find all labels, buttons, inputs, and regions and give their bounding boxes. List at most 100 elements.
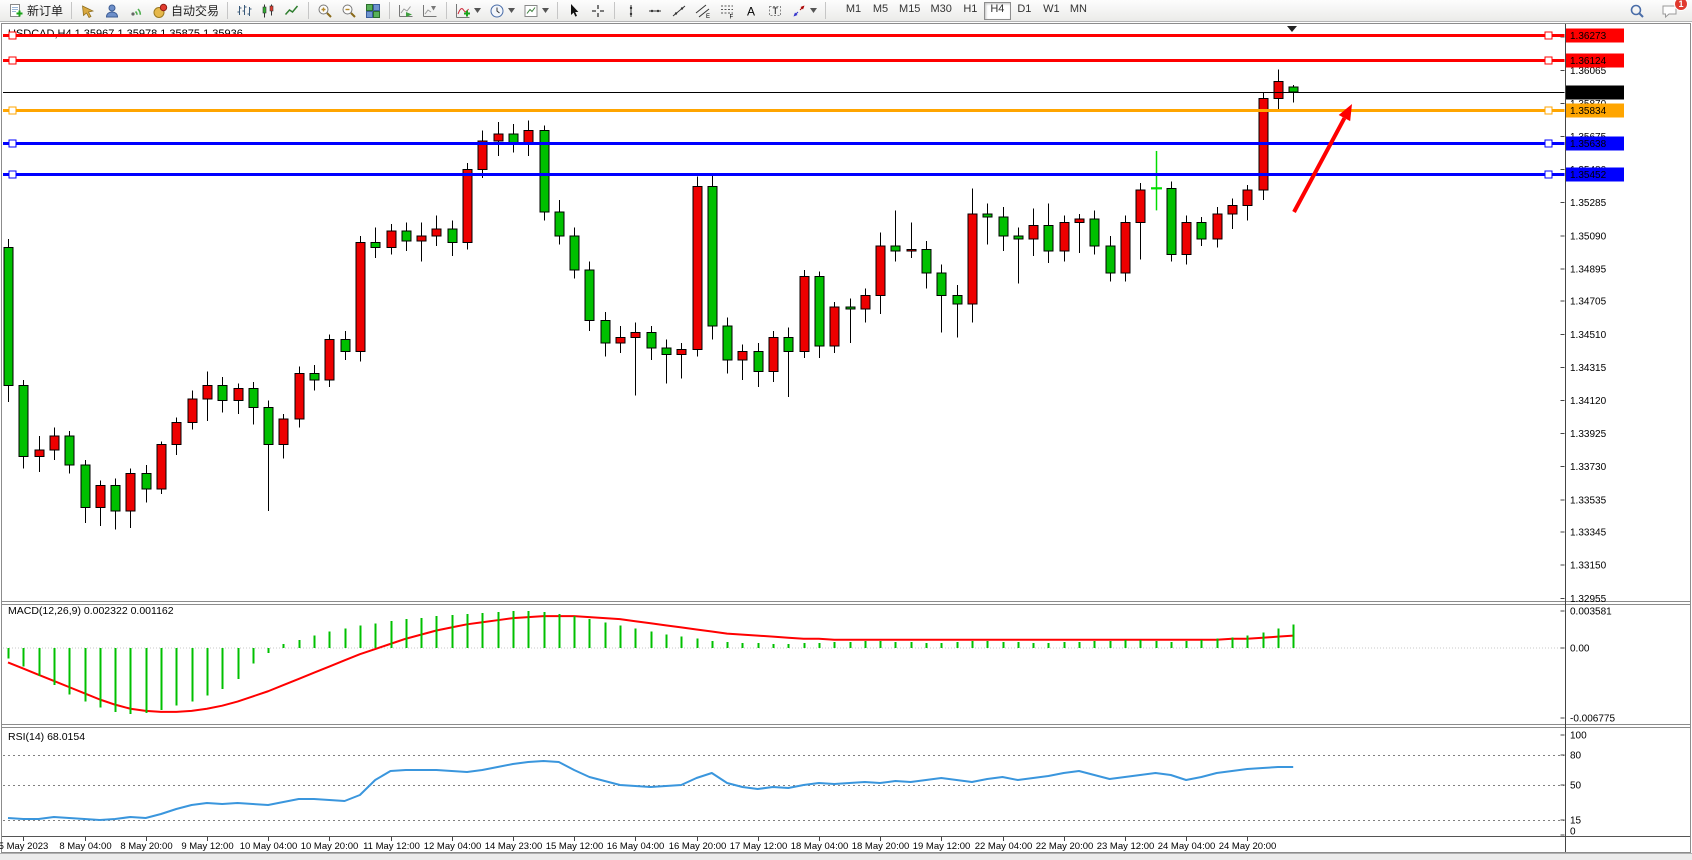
arrows-tool-button[interactable]	[787, 1, 821, 21]
text-tool-button[interactable]: A	[739, 1, 763, 21]
timeframe-M1[interactable]: M1	[840, 2, 867, 20]
price-line[interactable]: 1.35834	[3, 104, 1624, 118]
svg-text:11 May 12:00: 11 May 12:00	[363, 841, 420, 852]
line-handle[interactable]	[9, 140, 16, 147]
candle	[815, 272, 824, 359]
candle	[1182, 215, 1191, 264]
templates-button[interactable]	[519, 1, 553, 21]
candle	[172, 418, 181, 455]
search-button[interactable]	[1625, 1, 1649, 21]
candle	[999, 207, 1008, 251]
candle	[371, 227, 380, 258]
candle	[264, 401, 273, 511]
candle	[1106, 236, 1115, 282]
signals-button[interactable]	[124, 1, 148, 21]
line-handle[interactable]	[9, 107, 16, 114]
svg-text:1.36273: 1.36273	[1570, 31, 1607, 42]
timeframe-MN[interactable]: MN	[1065, 2, 1092, 20]
svg-text:5 May 2023: 5 May 2023	[0, 841, 48, 852]
periods-button[interactable]	[485, 1, 519, 21]
price-line[interactable]: 1.36273	[3, 29, 1624, 43]
vertical-line-tool-button[interactable]	[619, 1, 643, 21]
chart-shift-button[interactable]	[418, 1, 442, 21]
price-line[interactable]: 1.35638	[3, 137, 1624, 151]
price-tag: 1.35452	[1566, 168, 1624, 182]
tile-windows-icon	[365, 3, 381, 19]
zoom-out-button[interactable]	[337, 1, 361, 21]
price-line[interactable]: 1.35452	[3, 168, 1624, 182]
svg-text:18 May 04:00: 18 May 04:00	[791, 841, 849, 852]
candle	[983, 204, 992, 245]
svg-text:9 May 12:00: 9 May 12:00	[181, 841, 233, 852]
timeframe-W1[interactable]: W1	[1038, 2, 1065, 20]
candle	[1151, 151, 1162, 210]
zoom-in-button[interactable]	[313, 1, 337, 21]
cursor-tool-button[interactable]	[562, 1, 586, 21]
candle	[402, 222, 411, 251]
line-handle[interactable]	[9, 171, 16, 178]
line-handle[interactable]	[1545, 107, 1552, 114]
styler-button[interactable]	[76, 1, 100, 21]
price-tag: 1.36124	[1566, 54, 1624, 68]
line-handle[interactable]	[1545, 32, 1552, 39]
chart-canvas[interactable]: USDCAD,H4 1.35967 1.35978 1.35875 1.3593…	[0, 0, 1692, 860]
fibonacci-tool-button[interactable]: F	[715, 1, 739, 21]
crosshair-tool-button[interactable]	[586, 1, 610, 21]
auto-scroll-button[interactable]	[394, 1, 418, 21]
candlestick-mode-button[interactable]	[256, 1, 280, 21]
autotrading-button[interactable]: 自动交易	[148, 1, 223, 21]
indicators-button[interactable]	[451, 1, 485, 21]
svg-text:1.33730: 1.33730	[1570, 462, 1607, 473]
price-line[interactable]: 1.36124	[3, 54, 1624, 68]
timeframe-H1[interactable]: H1	[957, 2, 984, 20]
text-label-icon: T	[767, 3, 783, 19]
notification-badge: 1	[1674, 0, 1688, 11]
candle	[1060, 215, 1069, 261]
new-order-button[interactable]: 新订单	[4, 1, 67, 21]
candle	[693, 176, 702, 356]
svg-text:1.36124: 1.36124	[1570, 56, 1607, 67]
candle	[754, 343, 763, 387]
line-handle[interactable]	[1545, 140, 1552, 147]
candle	[677, 343, 686, 379]
line-handle[interactable]	[1545, 171, 1552, 178]
line-chart-mode-button[interactable]	[280, 1, 304, 21]
template-icon	[523, 3, 539, 19]
profile-button[interactable]	[100, 1, 124, 21]
timeframe-M30[interactable]: M30	[925, 2, 956, 20]
candle	[524, 120, 533, 156]
svg-text:19 May 12:00: 19 May 12:00	[913, 841, 971, 852]
candle	[769, 331, 778, 382]
signals-icon	[128, 3, 144, 19]
svg-text:14 May 23:00: 14 May 23:00	[485, 841, 543, 852]
chat-button[interactable]: 1	[1657, 1, 1682, 21]
bar-chart-mode-button[interactable]	[232, 1, 256, 21]
timeframe-D1[interactable]: D1	[1011, 2, 1038, 20]
svg-text:1.34120: 1.34120	[1570, 396, 1607, 407]
tile-windows-button[interactable]	[361, 1, 385, 21]
chevron-down-icon	[508, 8, 515, 13]
candle	[1090, 210, 1099, 254]
timeframe-M15[interactable]: M15	[894, 2, 925, 20]
timeframe-H4[interactable]: H4	[984, 2, 1011, 20]
line-handle[interactable]	[9, 57, 16, 64]
text-label-tool-button[interactable]: T	[763, 1, 787, 21]
price-line[interactable]: 1.35936	[3, 86, 1624, 100]
svg-text:-0.006775: -0.006775	[1570, 713, 1615, 724]
autotrading-label: 自动交易	[171, 2, 219, 19]
svg-text:50: 50	[1570, 781, 1582, 792]
svg-text:100: 100	[1570, 731, 1587, 742]
line-handle[interactable]	[1545, 57, 1552, 64]
line-handle[interactable]	[9, 32, 16, 39]
chevron-down-icon	[810, 8, 817, 13]
trendline-tool-button[interactable]	[667, 1, 691, 21]
trend-arrow-object[interactable]	[1294, 104, 1352, 212]
svg-text:F: F	[730, 14, 734, 19]
chart-shift-marker[interactable]	[1287, 26, 1297, 32]
timeframe-M5[interactable]: M5	[867, 2, 894, 20]
svg-text:1.35936: 1.35936	[1570, 88, 1607, 99]
candle	[1274, 69, 1283, 110]
fibonacci-icon: F	[719, 3, 735, 19]
channel-tool-button[interactable]: E	[691, 1, 715, 21]
horizontal-line-tool-button[interactable]	[643, 1, 667, 21]
